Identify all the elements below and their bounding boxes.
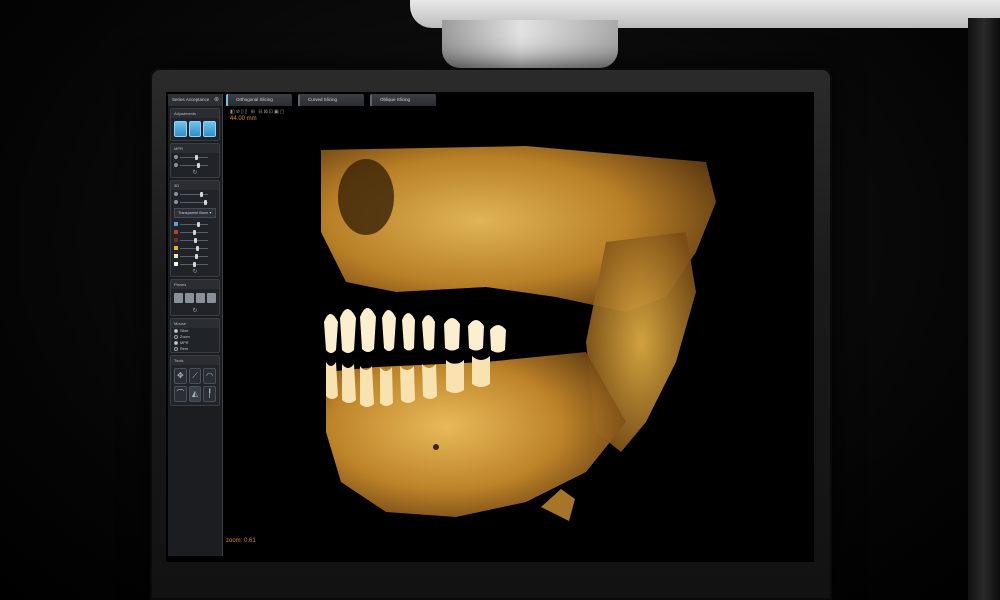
ruler-tool-icon[interactable]: ⟋ bbox=[188, 368, 202, 384]
color-swatch bbox=[174, 238, 178, 242]
mode-option-rem[interactable]: Rem bbox=[171, 346, 219, 352]
scan-tool-icon[interactable]: ◠ bbox=[203, 368, 216, 384]
view-tabs: Orthogonal Slicing Curved Slicing Obliqu… bbox=[226, 94, 436, 106]
contrast-icon bbox=[174, 163, 178, 167]
tools-title: Tools bbox=[171, 356, 219, 365]
tab-orthogonal-slicing[interactable]: Orthogonal Slicing bbox=[226, 94, 292, 106]
tab-curved-slicing[interactable]: Curved Slicing bbox=[298, 94, 364, 106]
color-swatch bbox=[174, 230, 178, 234]
radio-icon bbox=[174, 329, 178, 333]
adjust-button-1[interactable] bbox=[174, 121, 187, 137]
tab-oblique-slicing[interactable]: Oblique Slicing bbox=[370, 94, 436, 106]
preset-dropdown[interactable]: Transparent Bone ▾ bbox=[174, 208, 216, 218]
preset-value: Transparent Bone bbox=[178, 211, 209, 215]
screen: Series Acceptance ⊗ Adjustments MPR ↻ 3D bbox=[166, 92, 814, 562]
mpr-slider-1[interactable] bbox=[171, 153, 219, 161]
planes-section: Planes ↻ bbox=[170, 279, 220, 316]
plane-coronal-icon[interactable] bbox=[185, 293, 194, 303]
color-slider-4[interactable] bbox=[171, 244, 219, 252]
adjust-button-2[interactable] bbox=[188, 121, 202, 137]
brightness-icon bbox=[174, 155, 178, 159]
mouse-section: Mouse Slide Zoom MPR Rem bbox=[170, 318, 220, 353]
radio-icon bbox=[174, 341, 178, 345]
radio-label: MPR bbox=[180, 341, 189, 345]
panel-header: Series Acceptance ⊗ bbox=[168, 94, 222, 106]
three-d-title: 3D bbox=[171, 181, 219, 190]
three-d-section: 3D Transparent Bone ▾ ↻ bbox=[170, 180, 220, 277]
adjustments-title: Adjustments bbox=[171, 109, 219, 118]
control-panel: Series Acceptance ⊗ Adjustments MPR ↻ 3D bbox=[168, 94, 223, 556]
color-slider-6[interactable] bbox=[171, 260, 219, 268]
orbit bbox=[338, 159, 394, 235]
close-icon[interactable]: ⊗ bbox=[214, 94, 219, 106]
mpr-slider-2[interactable] bbox=[171, 161, 219, 169]
plane-oblique-icon[interactable] bbox=[207, 293, 216, 303]
threshold-icon bbox=[174, 200, 178, 204]
pin-tool-icon[interactable]: ╿ bbox=[203, 386, 216, 402]
color-swatch bbox=[174, 246, 178, 250]
select-tool-icon[interactable]: ✥ bbox=[174, 368, 187, 384]
radio-icon bbox=[174, 335, 178, 339]
hyoid bbox=[541, 489, 575, 521]
color-swatch bbox=[174, 262, 178, 266]
color-slider-2[interactable] bbox=[171, 228, 219, 236]
color-slider-5[interactable] bbox=[171, 252, 219, 260]
panel-title: Series Acceptance bbox=[172, 97, 210, 102]
three-d-slider-2[interactable] bbox=[171, 198, 219, 206]
adjust-button-3[interactable] bbox=[203, 121, 217, 137]
plane-sagittal-icon[interactable] bbox=[196, 293, 205, 303]
color-slider-3[interactable] bbox=[171, 236, 219, 244]
mouse-title: Mouse bbox=[171, 319, 219, 328]
tools-section: Tools ✥ ⟋ ◠ ⌒ ◭ ╿ bbox=[170, 355, 220, 406]
monitor: Series Acceptance ⊗ Adjustments MPR ↻ 3D bbox=[150, 68, 832, 600]
color-slider-1[interactable] bbox=[171, 220, 219, 228]
opacity-icon bbox=[174, 192, 178, 196]
color-swatch bbox=[174, 222, 178, 226]
radio-label: Slide bbox=[180, 329, 189, 333]
color-swatch bbox=[174, 254, 178, 258]
radio-label: Rem bbox=[180, 347, 189, 351]
adjustments-section: Adjustments bbox=[170, 108, 220, 141]
zoom-label: zoom: 0.61 bbox=[226, 538, 256, 544]
implant-tool-icon[interactable]: ◭ bbox=[188, 386, 202, 402]
reset-icon[interactable]: ↻ bbox=[171, 169, 219, 177]
upper-teeth bbox=[324, 308, 506, 353]
reset-icon[interactable]: ↻ bbox=[171, 268, 219, 276]
3d-viewport[interactable] bbox=[226, 122, 811, 532]
radio-label: Zoom bbox=[180, 335, 190, 339]
reset-icon[interactable]: ↻ bbox=[171, 307, 219, 315]
planes-title: Planes bbox=[171, 280, 219, 289]
radio-icon bbox=[174, 347, 178, 351]
mpr-title: MPR bbox=[171, 144, 219, 153]
plane-axial-icon[interactable] bbox=[174, 293, 183, 303]
three-d-slider-1[interactable] bbox=[171, 190, 219, 198]
equipment-pillar bbox=[968, 18, 1000, 600]
mpr-section: MPR ↻ bbox=[170, 143, 220, 178]
skull-render bbox=[321, 146, 716, 521]
arch-tool-icon[interactable]: ⌒ bbox=[174, 386, 187, 402]
monitor-mount bbox=[442, 20, 618, 68]
viewport-toolbar[interactable]: ◧⊘▯▯ ⊞ ⊟⊠⊡▣▢ bbox=[230, 109, 285, 115]
mental-foramen bbox=[433, 444, 439, 450]
